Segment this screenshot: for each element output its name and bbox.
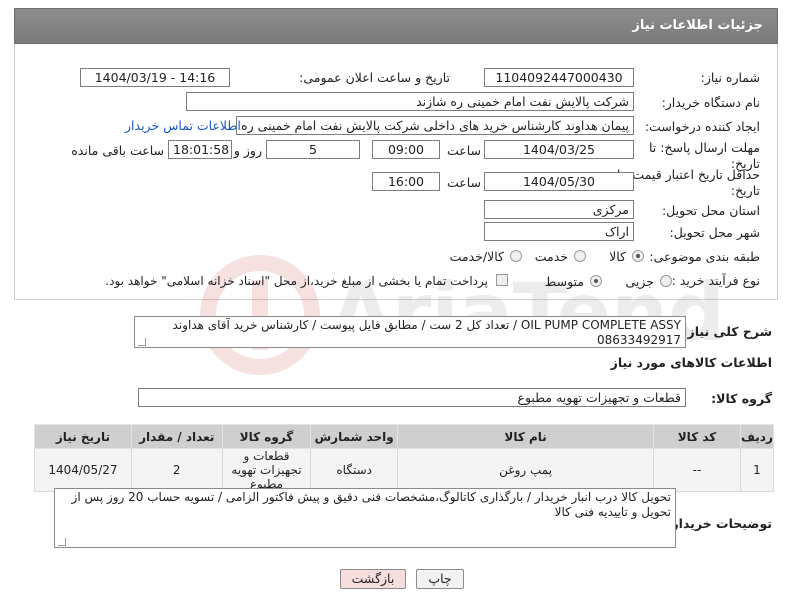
deadline-time-field: 09:00 xyxy=(372,140,440,159)
summary-label: شرح کلی نیاز: xyxy=(682,324,772,339)
process-radio-minor[interactable] xyxy=(660,275,672,287)
city-field: اراک xyxy=(484,222,634,241)
announce-datetime-field: 1404/03/19 - 14:16 xyxy=(80,68,230,87)
remaining-label: ساعت باقی مانده xyxy=(71,143,164,158)
category-option-goods: کالا xyxy=(609,249,626,264)
category-option-goods-service: کالا/خدمت xyxy=(449,249,504,264)
panel-title: جزئیات اطلاعات نیاز xyxy=(632,18,763,33)
category-option-service: خدمت xyxy=(534,249,568,264)
requester-label: ایجاد کننده درخواست: xyxy=(644,119,760,134)
province-label: استان محل تحویل: xyxy=(661,203,760,218)
process-option-minor: جزیی xyxy=(625,274,654,289)
requester-field: پیمان هداوند کارشناس خرید های داخلی شرکت… xyxy=(236,116,634,135)
treasury-payment-note: پرداخت تمام یا بخشی از مبلغ خرید،از محل … xyxy=(105,274,488,288)
buyer-contact-link[interactable]: اطلاعات تماس خریدار xyxy=(125,118,241,133)
category-radio-goods-service[interactable] xyxy=(510,250,522,262)
need-number-field: 1104092447000430 xyxy=(484,68,634,87)
need-number-label: شماره نیاز: xyxy=(700,70,760,85)
summary-textarea[interactable]: OIL PUMP COMPLETE ASSY / تعداد کل 2 ست /… xyxy=(134,316,686,348)
announce-label: تاریخ و ساعت اعلان عمومی: xyxy=(299,70,450,85)
cell-date: 1404/05/27 xyxy=(34,448,132,492)
validity-time-field: 16:00 xyxy=(372,172,440,191)
buyer-notes-resize-handle[interactable] xyxy=(58,538,66,546)
col-header-date: تاریخ نیاز xyxy=(34,424,132,449)
summary-resize-handle[interactable] xyxy=(138,338,146,346)
city-label: شهر محل تحویل: xyxy=(669,225,760,240)
cell-group: قطعات و تجهیزات تهویه مطبوع xyxy=(221,448,312,492)
panel-header: جزئیات اطلاعات نیاز xyxy=(14,8,778,44)
col-header-name: نام کالا xyxy=(397,424,655,449)
process-label: نوع فرآیند خرید : xyxy=(671,273,760,288)
deadline-date-field: 1404/03/25 xyxy=(484,140,634,159)
goods-table: ردیف کد کالا نام کالا واحد شمارش گروه کا… xyxy=(34,424,775,492)
cell-unit: دستگاه xyxy=(310,448,399,492)
buyer-notes-textarea[interactable]: تحویل کالا درب انبار خریدار / بارگذاری ک… xyxy=(54,488,676,548)
cell-code: -- xyxy=(653,448,741,492)
process-option-medium: متوسط xyxy=(544,274,584,289)
table-header-row: ردیف کد کالا نام کالا واحد شمارش گروه کا… xyxy=(34,424,775,449)
days-label: روز و xyxy=(233,143,262,158)
back-button[interactable]: بازگشت xyxy=(340,569,406,589)
table-row[interactable]: 1 -- پمپ روغن دستگاه قطعات و تجهیزات تهو… xyxy=(34,448,775,492)
cell-row-num: 1 xyxy=(739,448,775,492)
validity-time-label: ساعت xyxy=(446,175,481,190)
category-label: طبقه بندی موضوعی: xyxy=(649,249,760,264)
treasury-payment-checkbox[interactable] xyxy=(496,274,508,286)
col-header-group: گروه کالا xyxy=(221,424,312,449)
goods-group-field: قطعات و تجهیزات تهویه مطبوع xyxy=(138,388,686,407)
buyer-notes-label: توضیحات خریدار: xyxy=(666,516,772,531)
days-field: 5 xyxy=(266,140,360,159)
province-field: مرکزی xyxy=(484,200,634,219)
col-header-unit: واحد شمارش xyxy=(310,424,399,449)
buyer-org-field: شرکت پالایش نفت امام خمینی ره شازند xyxy=(186,92,634,111)
process-radio-medium[interactable] xyxy=(590,275,602,287)
print-button[interactable]: چاپ xyxy=(416,569,464,589)
deadline-time-label: ساعت xyxy=(446,143,481,158)
buyer-org-label: نام دستگاه خریدار: xyxy=(661,95,760,110)
validity-date-field: 1404/05/30 xyxy=(484,172,634,191)
col-header-qty: تعداد / مقدار xyxy=(130,424,223,449)
category-radio-service[interactable] xyxy=(574,250,586,262)
category-radio-goods[interactable] xyxy=(632,250,644,262)
goods-info-title: اطلاعات کالاهای مورد نیاز xyxy=(610,355,772,370)
goods-group-label: گروه کالا: xyxy=(711,391,772,406)
col-header-code: کد کالا xyxy=(653,424,741,449)
cell-name: پمپ روغن xyxy=(397,448,655,492)
cell-qty: 2 xyxy=(130,448,223,492)
col-header-row-num: ردیف xyxy=(739,424,775,449)
remaining-time-field: 18:01:58 xyxy=(168,140,232,159)
